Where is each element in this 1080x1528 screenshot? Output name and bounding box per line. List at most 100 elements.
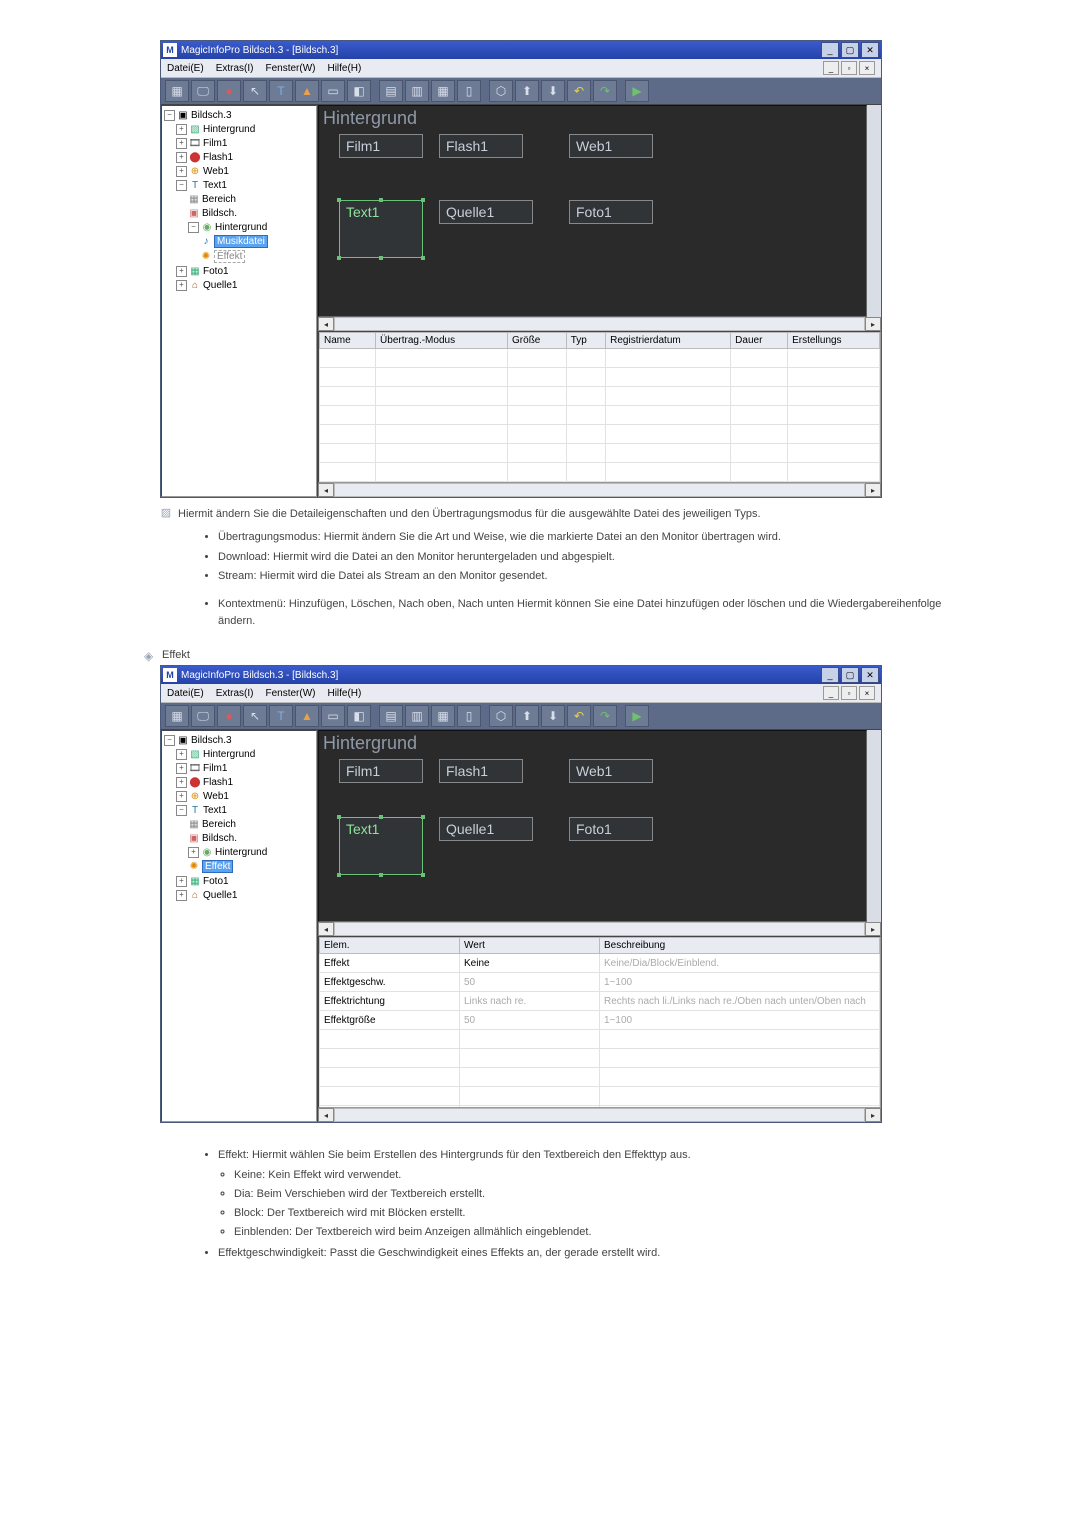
window-titlebar[interactable]: M MagicInfoPro Bildsch.3 - [Bildsch.3] _… [161,41,881,59]
expand-icon[interactable]: − [176,180,187,191]
align-center-icon[interactable]: ▥ [405,705,429,727]
canvas-box-flash1[interactable]: Flash1 [439,759,523,783]
screen-icon[interactable]: ◧ [347,80,371,102]
tree-item[interactable]: Bildsch. [202,208,237,219]
table-row[interactable] [320,463,880,482]
mdi-restore-button[interactable]: ▫ [841,686,857,700]
new-icon[interactable]: ▦ [165,705,189,727]
table-row[interactable] [320,349,880,368]
distribute-icon[interactable]: ▯ [457,705,481,727]
menu-file[interactable]: Datei(E) [167,688,204,699]
expand-icon[interactable]: + [176,791,187,802]
tree-item-selected[interactable]: Effekt [202,860,233,873]
scroll-right-icon[interactable]: ▸ [865,483,881,497]
tree-item[interactable]: Film1 [203,138,227,149]
canvas-box-flash1[interactable]: Flash1 [439,134,523,158]
cell-wert[interactable]: 50 [460,973,600,992]
table-row[interactable] [320,1087,880,1106]
expand-icon[interactable]: + [188,847,199,858]
tree-item[interactable]: Foto1 [203,266,229,277]
tree-item[interactable]: Flash1 [203,777,233,788]
minimize-button[interactable]: _ [821,667,839,683]
canvas-box-film1[interactable]: Film1 [339,759,423,783]
table-row[interactable] [320,368,880,387]
mdi-close-button[interactable]: × [859,686,875,700]
table-row[interactable] [320,1068,880,1087]
align-left-icon[interactable]: ▤ [379,705,403,727]
table-row[interactable] [320,406,880,425]
grid-horizontal-scrollbar[interactable]: ◂ ▸ [318,483,881,497]
col-dur[interactable]: Dauer [731,333,788,349]
table-row[interactable]: Effekt Keine Keine/Dia/Block/Einblend. [320,954,880,973]
col-create[interactable]: Erstellungs [788,333,880,349]
tree-item[interactable]: Web1 [203,166,229,177]
file-properties-grid[interactable]: Name Übertrag.-Modus Größe Typ Registrie… [318,331,881,483]
expand-icon[interactable]: + [176,777,187,788]
align-center-icon[interactable]: ▥ [405,80,429,102]
col-wert[interactable]: Wert [460,938,600,954]
text-icon[interactable]: T [269,705,293,727]
canvas-box-web1[interactable]: Web1 [569,759,653,783]
expand-icon[interactable]: + [176,763,187,774]
distribute-icon[interactable]: ▯ [457,80,481,102]
screen-icon[interactable]: ◧ [347,705,371,727]
vertical-scrollbar[interactable] [867,105,881,317]
horizontal-scrollbar[interactable]: ◂ ▸ [318,922,881,936]
image-icon[interactable]: ▲ [295,705,319,727]
tree-item[interactable]: Bildsch. [202,833,237,844]
table-row[interactable] [320,425,880,444]
expand-icon[interactable]: + [176,280,187,291]
scroll-left-icon[interactable]: ◂ [318,922,334,936]
canvas-box-film1[interactable]: Film1 [339,134,423,158]
grid-horizontal-scrollbar[interactable]: ◂ ▸ [318,1108,881,1122]
hex-icon[interactable]: ⬡ [489,80,513,102]
effect-properties-grid[interactable]: Elem. Wert Beschreibung Effekt Keine Kei… [318,936,881,1108]
table-row[interactable] [320,1030,880,1049]
col-name[interactable]: Name [320,333,376,349]
tree-item[interactable]: Film1 [203,763,227,774]
table-row[interactable] [320,387,880,406]
maximize-button[interactable]: ▢ [841,42,859,58]
vertical-scrollbar[interactable] [867,730,881,922]
canvas-box-quelle1[interactable]: Quelle1 [439,817,533,841]
tree-item[interactable]: Hintergrund [203,124,255,135]
col-elem[interactable]: Elem. [320,938,460,954]
canvas-box-text1-selected[interactable]: Text1 [339,817,423,875]
align-right-icon[interactable]: ▦ [431,705,455,727]
tree-item[interactable]: Flash1 [203,152,233,163]
menu-help[interactable]: Hilfe(H) [327,688,361,699]
scroll-left-icon[interactable]: ◂ [318,1108,334,1122]
record-icon[interactable]: ● [217,80,241,102]
menu-window[interactable]: Fenster(W) [265,688,315,699]
align-left-icon[interactable]: ▤ [379,80,403,102]
cell-wert[interactable]: 50 [460,1011,600,1030]
redo-icon[interactable]: ↷ [593,80,617,102]
table-row[interactable] [320,1049,880,1068]
cell-wert[interactable]: Keine [460,954,600,973]
tree-item[interactable]: Hintergrund [215,222,267,233]
col-type[interactable]: Typ [566,333,605,349]
play-icon[interactable]: ▶ [625,80,649,102]
canvas-box-quelle1[interactable]: Quelle1 [439,200,533,224]
align-right-icon[interactable]: ▦ [431,80,455,102]
close-button[interactable]: ✕ [861,42,879,58]
canvas-box-foto1[interactable]: Foto1 [569,200,653,224]
scroll-right-icon[interactable]: ▸ [865,922,881,936]
col-size[interactable]: Größe [508,333,567,349]
tree-item-selected[interactable]: Musikdatei [214,235,268,248]
table-row[interactable]: Effektgeschw. 50 1~100 [320,973,880,992]
mdi-minimize-button[interactable]: _ [823,61,839,75]
horizontal-scrollbar[interactable]: ◂ ▸ [318,317,881,331]
menu-extras[interactable]: Extras(I) [216,63,254,74]
menu-window[interactable]: Fenster(W) [265,63,315,74]
expand-icon[interactable]: − [164,735,175,746]
expand-icon[interactable]: + [176,890,187,901]
pointer-icon[interactable]: ↖ [243,80,267,102]
tree-root[interactable]: Bildsch.3 [191,110,232,121]
col-regdate[interactable]: Registrierdatum [606,333,731,349]
expand-icon[interactable]: + [176,876,187,887]
layer-up-icon[interactable]: ⬆ [515,80,539,102]
tree-item[interactable]: Hintergrund [203,749,255,760]
record-icon[interactable]: ● [217,705,241,727]
expand-icon[interactable]: − [164,110,175,121]
